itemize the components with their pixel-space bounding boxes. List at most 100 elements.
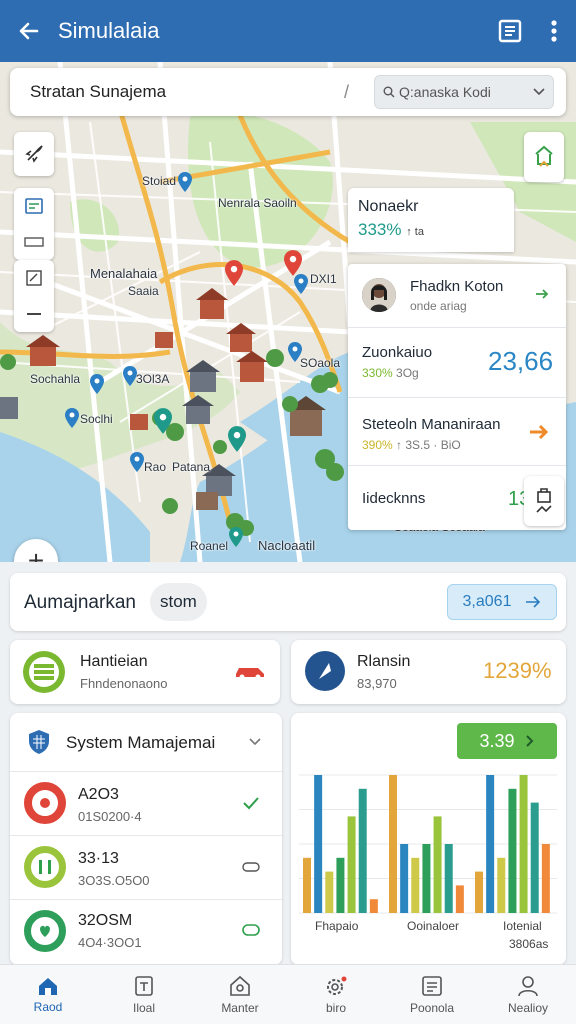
layers-button[interactable] (14, 188, 54, 224)
summary-value: 3,a061 (462, 593, 512, 610)
report-icon (422, 975, 442, 996)
map-label: Nenrala Saoiln (218, 196, 297, 210)
building-button[interactable] (524, 132, 564, 182)
rocket-tool-button[interactable] (14, 132, 54, 176)
chart-bar (369, 899, 378, 913)
stat-title: Nonaekr (358, 198, 419, 215)
map-pin-icon[interactable] (229, 527, 243, 547)
x-tick-label: Ooinaloer (407, 919, 460, 933)
map-label: Saaia (128, 284, 159, 298)
arrow-right-icon (526, 596, 541, 608)
nav-item-manter[interactable]: Manter (192, 965, 288, 1024)
map-pin-icon[interactable] (294, 274, 308, 294)
minus-button[interactable] (14, 296, 54, 332)
management-title: Steteoln Mananiraan (362, 416, 501, 433)
chart-bar (389, 775, 397, 913)
map-view[interactable]: Stoiad Nenrala Saoiln Menalahaia Saaia D… (0, 62, 576, 562)
chevron-down-icon[interactable] (533, 88, 545, 96)
nav-item-profile[interactable]: Nealioy (480, 965, 576, 1024)
back-button[interactable] (0, 0, 58, 62)
card-title: Hantieian (80, 653, 148, 670)
nav-item-home[interactable]: Raod (0, 965, 96, 1024)
chart-bar (541, 844, 550, 913)
chart-bar (400, 844, 409, 913)
map-label: DXI1 (310, 272, 337, 286)
more-options-button[interactable] (532, 0, 576, 62)
document-icon (498, 19, 522, 43)
map-pin-icon[interactable] (130, 452, 144, 472)
system-row[interactable]: A2O3 01S0200·4 (10, 771, 282, 835)
map-pin-icon[interactable] (284, 250, 302, 276)
map-pin-icon[interactable] (154, 408, 172, 434)
rocket-icon (25, 145, 43, 163)
summary-chip[interactable]: stom (150, 583, 207, 621)
management-row[interactable]: Steteoln Mananiraan 390% ↑ 3S.5 · BiO (348, 398, 566, 466)
draw-button[interactable] (14, 260, 54, 296)
map-label: Patana (172, 460, 211, 474)
doc-icon (135, 975, 153, 996)
recycle-icon (23, 651, 65, 693)
save-location-button[interactable] (524, 476, 564, 526)
nav-item-doc[interactable]: Iloal (96, 965, 192, 1024)
chart-bar (303, 857, 311, 913)
system-row[interactable]: 32OSM 4O4·3OO1 (10, 899, 282, 963)
nav-label: Nealioy (507, 1000, 549, 1015)
x-tick-label: Iotenial (503, 919, 542, 933)
map-pin-icon[interactable] (123, 366, 137, 386)
lock-icon (536, 488, 552, 513)
summary-value-button[interactable]: 3,a061 (447, 584, 557, 620)
map-tools-draw (14, 260, 54, 332)
nav-label: biro (325, 1000, 346, 1015)
row-sub: 4O4·3OO1 (78, 935, 142, 950)
map-tools-top (14, 132, 54, 176)
minus-icon (27, 313, 41, 315)
nav-item-report[interactable]: Poonola (384, 965, 480, 1024)
shield-icon (29, 730, 49, 754)
search-input[interactable]: Q:anaska Kodi (374, 75, 554, 109)
zoom-out-button[interactable] (14, 224, 54, 260)
map-pin-icon[interactable] (178, 172, 192, 192)
chart-bar (530, 802, 539, 913)
metric-value: 23,66 (488, 346, 554, 376)
bar-chart-card: 3.39 Fhapaio Ooinaloer Iotenial 3806as (291, 713, 566, 965)
document-button[interactable] (488, 0, 532, 62)
map-pin-icon[interactable] (288, 342, 302, 362)
chart-bar (325, 871, 334, 913)
chart-bar (486, 775, 495, 913)
map-pin-icon[interactable] (90, 374, 104, 394)
row-value: A2O3 (78, 786, 119, 803)
hantieian-card[interactable]: Hantieian Fhndenonaono (10, 640, 280, 704)
edit-square-icon (26, 270, 42, 286)
person-row[interactable]: Fhadkn Koton onde ariag (348, 264, 566, 328)
map-pin-icon[interactable] (65, 408, 79, 428)
system-management-card: System Mamajemai A2O3 01S0200·4 33·13 3O… (10, 713, 282, 965)
system-title: System Mamajemai (66, 733, 216, 752)
management-pct: 390% ↑ 3S.5 · BiO (362, 438, 461, 452)
map-label: Menalahaia (90, 266, 158, 281)
system-row[interactable]: 33·13 3O3S.O5O0 (10, 835, 282, 899)
index-title: Iidecknns (362, 490, 426, 507)
map-pin-icon[interactable] (225, 260, 243, 286)
car-icon (236, 668, 264, 680)
building-icon (535, 145, 553, 167)
metric-row[interactable]: Zuonkaiuo 330% 3Og 23,66 (348, 328, 566, 398)
location-title: Stratan Sunajema (30, 82, 167, 101)
nav-label: Raod (33, 999, 63, 1014)
stat-card-top[interactable]: Nonaekr 333% ↑ ta (348, 188, 514, 252)
status-ring-icon (24, 782, 66, 824)
map-label: Rao (144, 460, 167, 474)
map-pin-icon[interactable] (228, 426, 246, 452)
app-bar: Simulalaia (0, 0, 576, 62)
summary-bar: Aumajnarkan stom 3,a061 (10, 573, 566, 631)
metric-title: Zuonkaiuo (362, 344, 433, 361)
chart-bar (411, 857, 420, 913)
chevron-down-icon[interactable] (248, 737, 262, 747)
rlansin-card[interactable]: Rlansin 83,970 1239% (291, 640, 566, 704)
row-sub: 01S0200·4 (78, 809, 142, 824)
house-icon (230, 975, 250, 996)
system-header[interactable]: System Mamajemai (10, 713, 282, 771)
nav-item-settings[interactable]: biro (288, 965, 384, 1024)
plus-icon: + (27, 545, 45, 562)
chart-bar (444, 844, 453, 913)
chart-bar (358, 788, 367, 913)
